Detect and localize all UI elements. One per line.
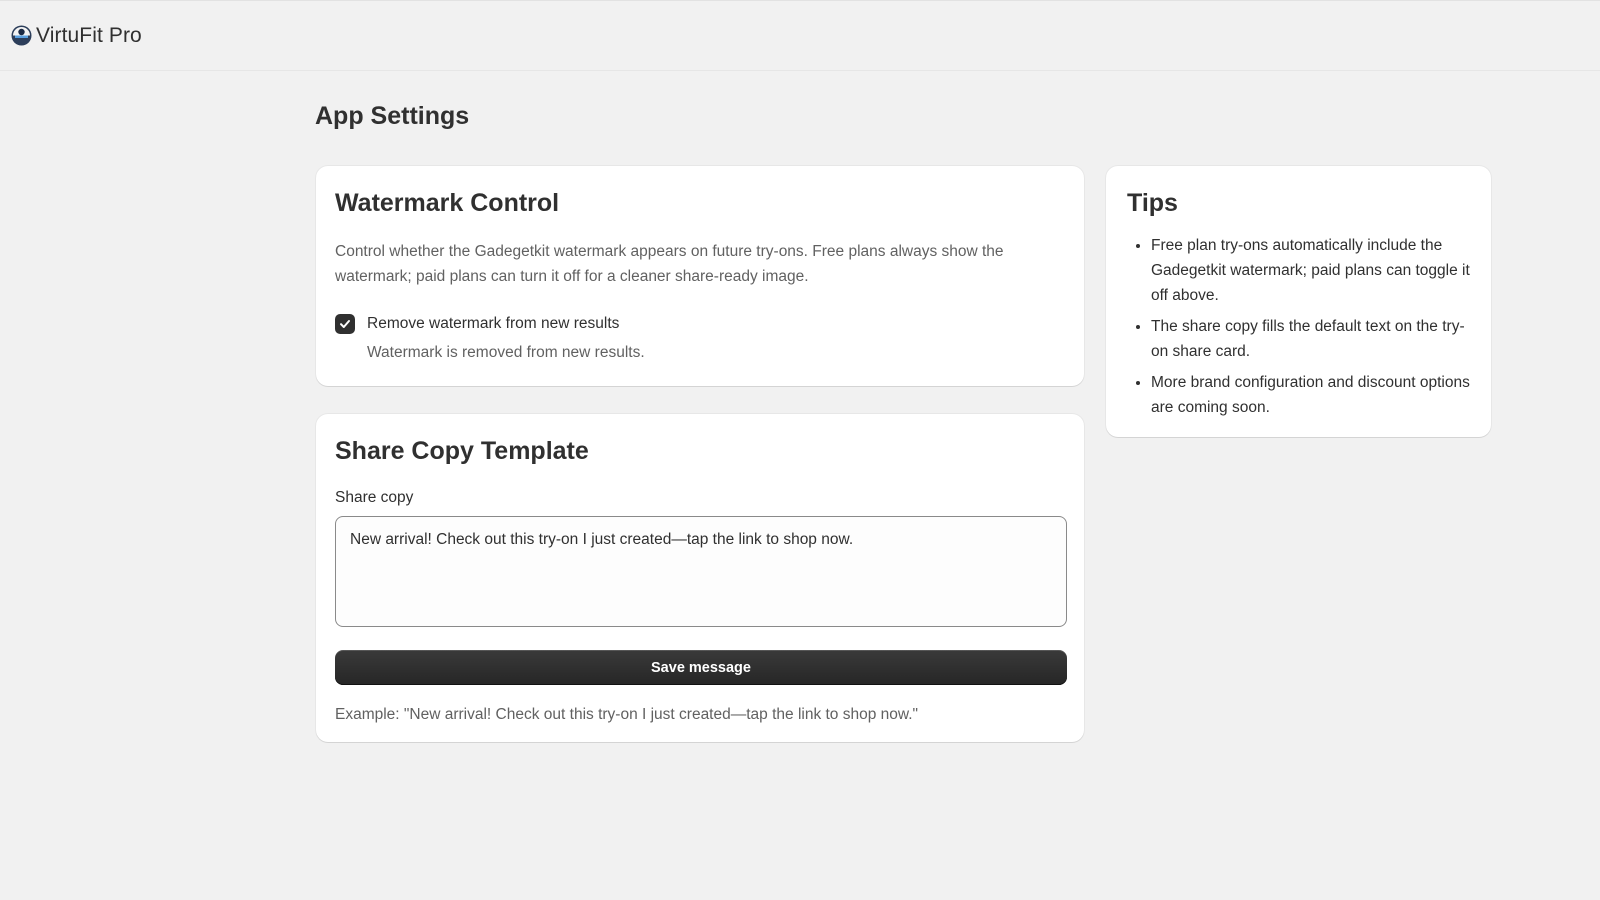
share-card-title: Share Copy Template [335,437,589,465]
tips-card: Tips Free plan try-ons automatically inc… [1106,166,1491,437]
remove-watermark-help-text: Watermark is removed from new results. [367,344,645,361]
share-copy-textarea[interactable]: New arrival! Check out this try-on I jus… [335,516,1067,627]
tips-list: Free plan try-ons automatically include … [1127,233,1470,420]
app-name: VirtuFit Pro [36,23,142,47]
remove-watermark-label[interactable]: Remove watermark from new results [367,313,619,335]
share-copy-example: Example: "New arrival! Check out this tr… [335,706,919,723]
app-logo-icon [11,25,32,46]
save-message-button[interactable]: Save message [335,650,1067,685]
share-copy-card: Share Copy Template Share copy New arriv… [316,414,1084,742]
tips-list-item: The share copy fills the default text on… [1151,314,1470,364]
share-copy-label: Share copy [335,489,414,506]
tips-list-item: Free plan try-ons automatically include … [1151,233,1470,308]
page-title: App Settings [315,102,470,130]
remove-watermark-checkbox[interactable] [335,314,355,334]
watermark-card-title: Watermark Control [335,189,560,217]
watermark-control-card: Watermark Control Control whether the Ga… [316,166,1084,386]
remove-watermark-option[interactable]: Remove watermark from new results [335,313,1065,335]
tips-card-title: Tips [1127,189,1178,217]
checkmark-icon [340,320,350,328]
app-header: VirtuFit Pro [0,0,1600,71]
tips-list-item: More brand configuration and discount op… [1151,370,1470,420]
watermark-description: Control whether the Gadegetkit watermark… [335,243,1004,285]
